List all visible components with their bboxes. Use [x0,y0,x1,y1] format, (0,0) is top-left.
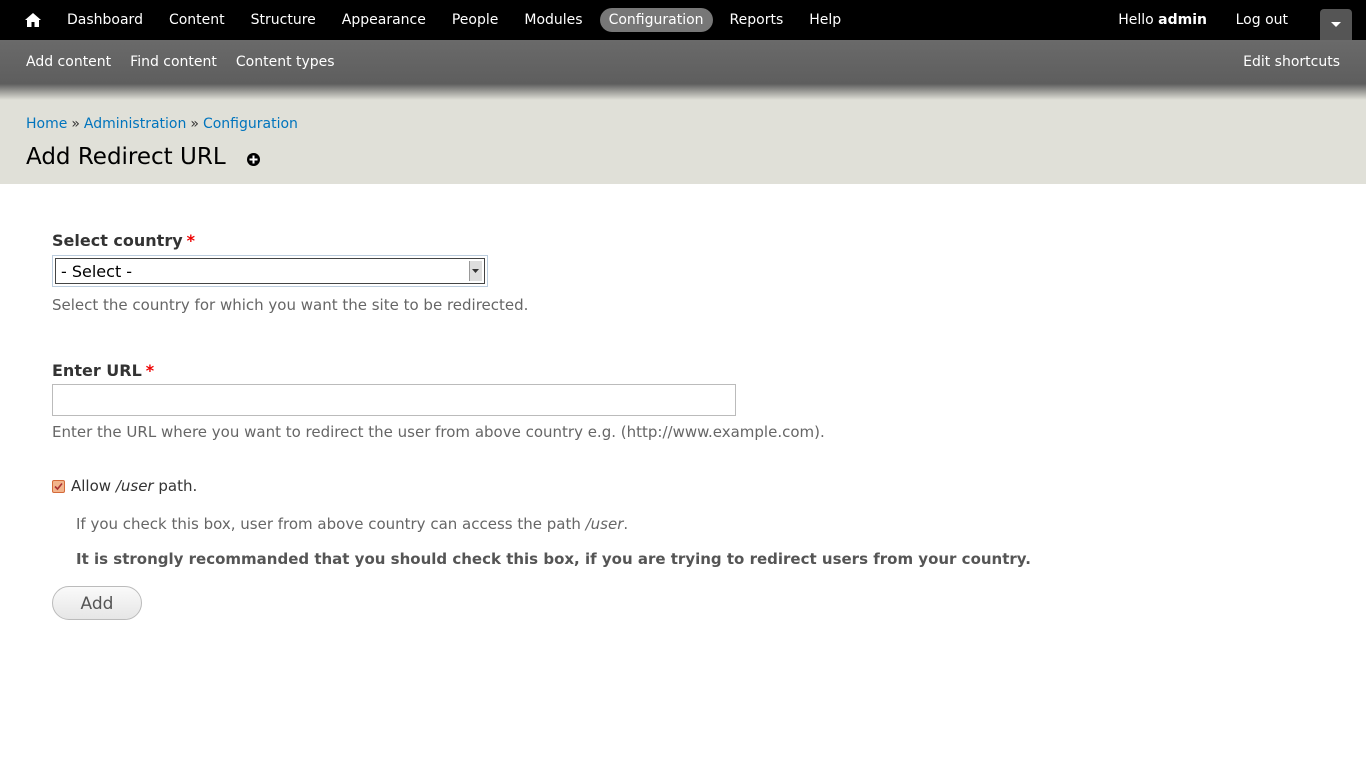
url-input[interactable] [52,384,736,416]
shortcuts-toggle-button[interactable] [1320,9,1352,40]
admin-toolbar: Dashboard Content Structure Appearance P… [0,0,1366,40]
country-description: Select the country for which you want th… [52,296,529,314]
allow-label-post: path. [153,477,198,495]
country-select-inner: - Select - [55,258,485,284]
breadcrumb-separator: » [71,116,80,132]
country-label-text: Select country [52,231,183,250]
menu-item-configuration[interactable]: Configuration [599,8,713,32]
select-arrow [469,261,482,281]
country-select[interactable]: - Select - [52,255,488,287]
menu-item-people[interactable]: People [443,8,508,32]
allow-label-pre: Allow [71,477,116,495]
home-icon[interactable] [24,11,42,29]
menu-item-structure[interactable]: Structure [242,8,325,32]
add-shortcut-icon[interactable] [246,152,261,167]
breadcrumb-administration[interactable]: Administration [84,116,186,132]
toolbar-menu: Dashboard Content Structure Appearance P… [58,0,858,40]
username[interactable]: admin [1158,12,1207,28]
menu-item-content[interactable]: Content [160,8,234,32]
url-description: Enter the URL where you want to redirect… [52,423,825,441]
menu-item-modules[interactable]: Modules [515,8,591,32]
add-button[interactable]: Add [52,586,142,620]
breadcrumb: Home» Administration» Configuration [26,116,298,132]
allow-desc-path: /user [585,515,624,533]
breadcrumb-separator: » [190,116,199,132]
shortcut-find-content[interactable]: Find content [130,54,217,70]
allow-user-path-checkbox[interactable] [52,480,65,493]
shortcut-add-content[interactable]: Add content [26,54,111,70]
shortcuts-bar: Add content Find content Content types E… [0,40,1366,84]
checkmark-icon [54,482,63,491]
allow-label-path: /user [115,477,154,495]
user-greeting: Hello admin [1118,12,1207,28]
edit-shortcuts-link[interactable]: Edit shortcuts [1243,54,1340,70]
url-label-text: Enter URL [52,361,142,380]
breadcrumb-configuration[interactable]: Configuration [203,116,298,132]
hello-text: Hello [1118,12,1154,28]
allow-desc-post: . [623,515,629,533]
shortcut-links: Add content Find content Content types [26,54,354,70]
toolbar-shadow [0,84,1366,100]
country-select-value: - Select - [61,262,133,281]
menu-item-dashboard[interactable]: Dashboard [58,8,152,32]
allow-user-path-description: If you check this box, user from above c… [76,515,628,533]
country-label: Select country * [52,231,195,250]
allow-user-path-warning: It is strongly recommanded that you shou… [76,550,1031,568]
chevron-down-icon [472,269,479,273]
url-label: Enter URL * [52,361,154,380]
allow-desc-pre: If you check this box, user from above c… [76,515,586,533]
page-title: Add Redirect URL [26,144,226,170]
shortcut-content-types[interactable]: Content types [236,54,335,70]
menu-item-appearance[interactable]: Appearance [333,8,435,32]
menu-item-help[interactable]: Help [800,8,850,32]
logout-link[interactable]: Log out [1236,12,1288,28]
allow-user-path-label[interactable]: Allow /user path. [71,477,197,495]
chevron-down-icon [1331,22,1341,27]
required-mark: * [186,231,196,250]
page-header: Home» Administration» Configuration Add Re… [0,100,1366,184]
menu-item-reports[interactable]: Reports [721,8,793,32]
required-mark: * [145,361,155,380]
breadcrumb-home[interactable]: Home [26,116,67,132]
